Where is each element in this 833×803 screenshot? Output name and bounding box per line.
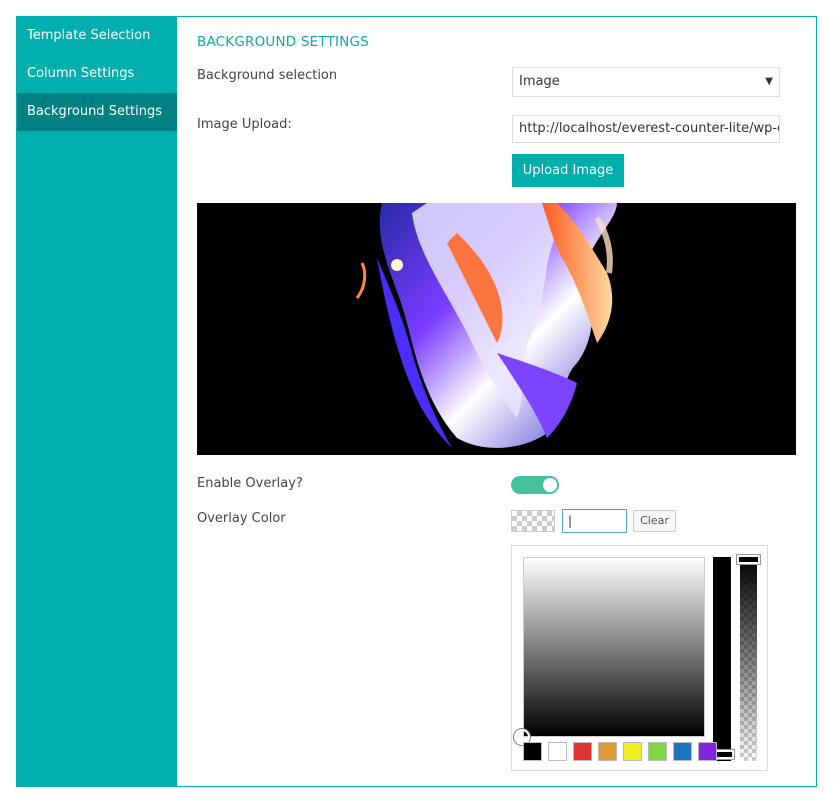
image-upload-label: Image Upload: [197,117,292,132]
color-picker [511,545,768,771]
palette-swatch[interactable] [698,742,717,761]
settings-panel: Template Selection Column Settings Backg… [16,16,817,787]
palette-swatch[interactable] [573,742,592,761]
abstract-paint-image [355,203,617,448]
sidebar-item-background-settings[interactable]: Background Settings [17,93,177,131]
alpha-handle[interactable] [737,555,760,564]
background-selection-dropdown[interactable]: Image ▼ [512,67,780,97]
palette-swatch[interactable] [523,742,542,761]
alpha-slider[interactable] [740,557,757,761]
color-swatch-button[interactable] [511,510,555,532]
background-selection-label: Background selection [197,68,338,83]
clear-button[interactable]: Clear [633,510,676,532]
section-title: BACKGROUND SETTINGS [197,34,369,50]
sidebar-item-template-selection[interactable]: Template Selection [17,17,177,55]
hex-color-input[interactable]: | [562,509,627,533]
palette-swatch[interactable] [623,742,642,761]
overlay-color-label: Overlay Color [197,511,286,526]
background-selection-value: Image [519,74,560,89]
hue-slider[interactable] [713,557,731,761]
saturation-value-square[interactable] [523,557,705,737]
sidebar: Template Selection Column Settings Backg… [17,17,177,786]
enable-overlay-toggle[interactable] [511,476,559,494]
upload-image-button[interactable]: Upload Image [512,154,624,187]
background-image-preview [197,203,796,455]
color-palette [523,742,723,762]
sidebar-item-column-settings[interactable]: Column Settings [17,55,177,93]
palette-swatch[interactable] [598,742,617,761]
image-url-input[interactable]: http://localhost/everest-counter-lite/wp… [512,115,780,143]
palette-swatch[interactable] [648,742,667,761]
caret-down-icon: ▼ [765,76,773,87]
main-content: BACKGROUND SETTINGS Background selection… [177,17,816,786]
palette-swatch[interactable] [673,742,692,761]
toggle-knob [543,478,557,492]
palette-swatch[interactable] [548,742,567,761]
enable-overlay-label: Enable Overlay? [197,476,303,491]
